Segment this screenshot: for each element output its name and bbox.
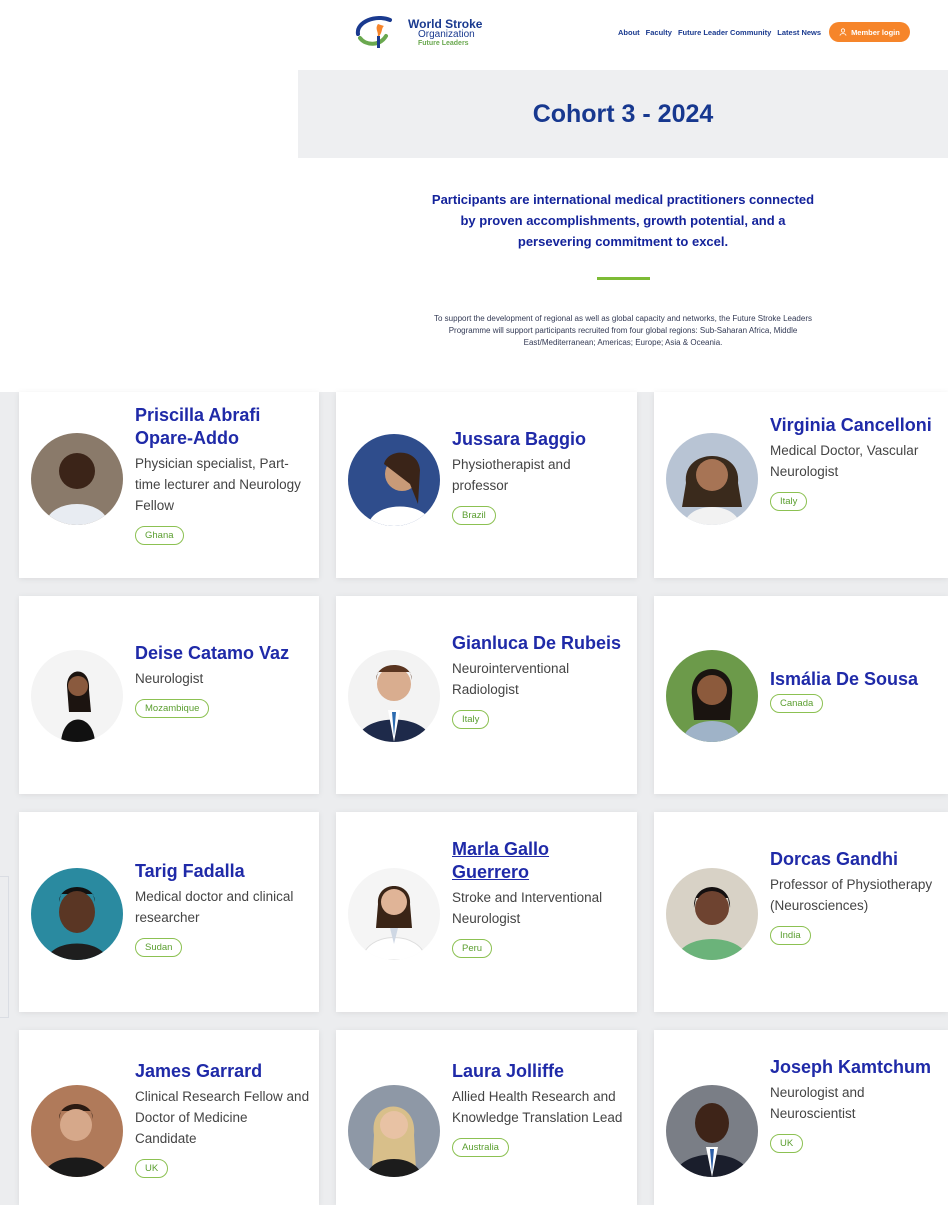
country-tag: Ghana xyxy=(135,526,184,545)
participant-photo xyxy=(666,868,758,960)
nav-about[interactable]: About xyxy=(618,28,640,37)
participant-photo xyxy=(666,1085,758,1177)
participant-role: Neurologist and Neuroscientist xyxy=(770,1085,865,1121)
logo-emblem-icon xyxy=(355,15,392,48)
participant-role: Medical Doctor, Vascular Neurologist xyxy=(770,443,919,479)
participant-role: Physiotherapist and professor xyxy=(452,457,571,493)
country-tag: UK xyxy=(135,1159,169,1178)
participant-card[interactable]: Gianluca De Rubeis Neurointerventional R… xyxy=(336,596,637,794)
participant-name[interactable]: Joseph Kamtchum xyxy=(770,1056,940,1079)
participant-photo xyxy=(348,650,440,742)
participant-photo xyxy=(348,434,440,526)
participant-name[interactable]: Deise Catamo Vaz xyxy=(135,642,311,665)
logo-subtitle: Organization xyxy=(418,28,475,40)
page-title: Cohort 3 - 2024 xyxy=(532,100,714,128)
participant-card[interactable]: Joseph Kamtchum Neurologist and Neurosci… xyxy=(654,1030,948,1205)
member-login-label: Member login xyxy=(851,27,900,37)
participant-card[interactable]: Priscilla Abrafi Opare-Addo Physician sp… xyxy=(19,392,319,578)
participant-name[interactable]: Laura Jolliffe xyxy=(452,1060,629,1083)
cohort-banner: Cohort 3 - 2024 xyxy=(298,70,948,158)
side-scroll-tab[interactable] xyxy=(0,876,9,1018)
site-logo[interactable]: World Stroke Organization Future Leaders xyxy=(350,12,490,52)
main-nav: About Faculty Future Leader Community La… xyxy=(618,22,910,42)
participant-role: Allied Health Research and Knowledge Tra… xyxy=(452,1089,623,1125)
country-tag: India xyxy=(770,926,811,945)
nav-faculty[interactable]: Faculty xyxy=(646,28,672,37)
participant-card[interactable]: Virginia Cancelloni Medical Doctor, Vasc… xyxy=(654,392,948,578)
participant-photo xyxy=(31,650,123,742)
participant-role: Medical doctor and clinical researcher xyxy=(135,889,294,925)
country-tag: UK xyxy=(770,1134,804,1153)
logo-tagline: Future Leaders xyxy=(418,39,469,47)
participant-photo xyxy=(348,1085,440,1177)
participant-name[interactable]: Priscilla Abrafi Opare-Addo xyxy=(135,404,311,450)
participant-role: Physician specialist, Part-time lecturer… xyxy=(135,456,301,513)
participant-photo xyxy=(31,1085,123,1177)
intro-description: To support the development of regional a… xyxy=(434,314,812,347)
country-tag: Italy xyxy=(770,492,808,511)
country-tag: Australia xyxy=(452,1138,509,1157)
participant-card[interactable]: Marla Gallo Guerrero Stroke and Interven… xyxy=(336,812,637,1012)
participant-card[interactable]: Jussara Baggio Physiotherapist and profe… xyxy=(336,392,637,578)
participant-photo xyxy=(666,433,758,525)
participant-role: Neurologist xyxy=(135,671,204,686)
participant-photo xyxy=(31,433,123,525)
participant-card[interactable]: Dorcas Gandhi Professor of Physiotherapy… xyxy=(654,812,948,1012)
country-tag: Canada xyxy=(770,694,824,713)
intro-lead: Participants are international medical p… xyxy=(431,192,815,249)
participant-name[interactable]: Marla Gallo Guerrero xyxy=(452,838,629,884)
participants-grid: Priscilla Abrafi Opare-Addo Physician sp… xyxy=(0,392,948,1205)
country-tag: Italy xyxy=(452,710,490,729)
section-divider xyxy=(597,277,650,280)
participant-photo xyxy=(348,868,440,960)
participant-name[interactable]: Tarig Fadalla xyxy=(135,860,311,883)
nav-future-leader-community[interactable]: Future Leader Community xyxy=(678,28,771,37)
logo-title: World Stroke xyxy=(408,16,483,31)
user-icon xyxy=(839,28,847,36)
country-tag: Peru xyxy=(452,939,493,958)
site-header: World Stroke Organization Future Leaders… xyxy=(0,0,948,66)
participant-name[interactable]: Ismália De Sousa xyxy=(770,668,940,691)
nav-latest-news[interactable]: Latest News xyxy=(777,28,821,37)
participant-name[interactable]: Virginia Cancelloni xyxy=(770,414,940,437)
participant-photo xyxy=(666,650,758,742)
participant-card[interactable]: Tarig Fadalla Medical doctor and clinica… xyxy=(19,812,319,1012)
participant-name[interactable]: Dorcas Gandhi xyxy=(770,848,940,871)
participant-card[interactable]: Deise Catamo Vaz Neurologist Mozambique xyxy=(19,596,319,794)
participant-card[interactable]: James Garrard Clinical Research Fellow a… xyxy=(19,1030,319,1205)
country-tag: Brazil xyxy=(452,506,496,525)
participant-card[interactable]: Laura Jolliffe Allied Health Research an… xyxy=(336,1030,637,1205)
participant-role: Clinical Research Fellow and Doctor of M… xyxy=(135,1089,310,1146)
participant-name[interactable]: Gianluca De Rubeis xyxy=(452,632,629,655)
participant-card[interactable]: Ismália De Sousa Canada xyxy=(654,596,948,794)
country-tag: Sudan xyxy=(135,938,183,957)
participant-name[interactable]: Jussara Baggio xyxy=(452,428,629,451)
participant-photo xyxy=(31,868,123,960)
participant-role: Stroke and Interventional Neurologist xyxy=(452,890,603,926)
member-login-button[interactable]: Member login xyxy=(829,22,910,42)
participant-role: Neurointerventional Radiologist xyxy=(452,661,570,697)
country-tag: Mozambique xyxy=(135,699,210,718)
participant-name[interactable]: James Garrard xyxy=(135,1060,311,1083)
participant-role: Professor of Physiotherapy (Neuroscience… xyxy=(770,877,933,913)
